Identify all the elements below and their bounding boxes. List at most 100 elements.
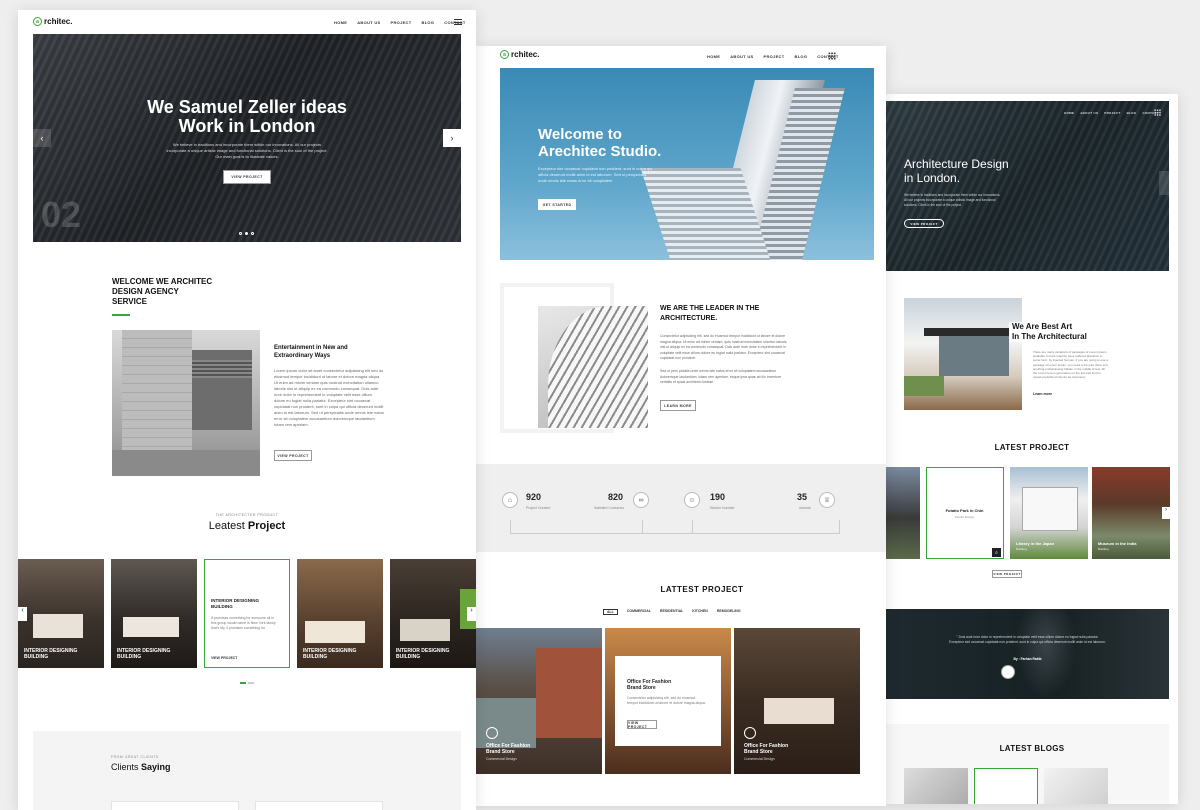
nav-blog[interactable]: BLOG: [795, 54, 808, 59]
hamburger-menu-icon[interactable]: [454, 19, 462, 25]
hero-title-line2: Work in London: [178, 116, 316, 136]
hero-banner: HOME ABOUT US PROJECT BLOG CONTACT Archi…: [886, 101, 1169, 271]
filter-residential[interactable]: RESIDENTIAL: [660, 609, 683, 615]
nav-blog[interactable]: BLOG: [1127, 111, 1137, 115]
filter-kitchen[interactable]: KITCHEN: [692, 609, 708, 615]
project-card[interactable]: [886, 467, 920, 559]
project-card-title-line2: Brand Store: [744, 749, 773, 755]
nav-about[interactable]: ABOUT US: [1080, 111, 1098, 115]
learn-more-button[interactable]: LEARN MORE: [660, 400, 696, 411]
nav-home[interactable]: HOME: [707, 54, 720, 59]
project-card-link[interactable]: VIEW PROJECT: [211, 656, 237, 660]
carousel-dot[interactable]: [248, 682, 254, 684]
blog-card-featured[interactable]: [974, 768, 1038, 804]
testimonial-card: [255, 801, 383, 810]
view-project-button[interactable]: VIEW PROJECT: [904, 219, 944, 228]
nav-project[interactable]: PROJECT: [764, 54, 785, 59]
nav-project[interactable]: PROJECT: [391, 20, 412, 25]
hero-slider: We Samuel Zeller ideas Work in London We…: [33, 34, 461, 242]
filter-all[interactable]: ALL: [603, 609, 618, 615]
stat-label: Project Created: [526, 506, 551, 510]
project-card-featured[interactable]: Futatio Park in Chin Interior Design ⌕: [926, 467, 1004, 559]
hero-title-line1: Welcome to: [538, 126, 622, 143]
project-card-sub: Interior Design: [954, 515, 975, 519]
best-art-title-line2: In The Architectural: [1012, 332, 1087, 341]
blog-card[interactable]: [904, 768, 968, 804]
welcome-title-line1: WELCOME WE ARCHITEC: [112, 277, 213, 286]
grid-menu-icon[interactable]: [1154, 109, 1161, 116]
search-icon[interactable]: ⌕: [992, 548, 1001, 557]
filter-remodeling[interactable]: REMODELING: [717, 609, 741, 615]
nav-about[interactable]: ABOUT US: [357, 20, 380, 25]
gear-icon: [486, 727, 498, 739]
project-card-featured[interactable]: INTERIOR DESIGNING BUILDING A promises s…: [204, 559, 290, 668]
logo[interactable]: a rchitec.: [33, 17, 72, 26]
project-card-view-button[interactable]: VIEW PROJECT: [627, 720, 657, 729]
welcome-subtitle-line1: Entertainment in New and: [274, 345, 348, 351]
welcome-view-project-button[interactable]: VIEW PROJECT: [274, 450, 312, 461]
best-art-title-line1: We Are Best Art: [1012, 322, 1073, 331]
project-card[interactable]: INTERIOR DESIGNING BUILDING: [390, 559, 476, 668]
project-card[interactable]: INTERIOR DESIGNING BUILDING: [111, 559, 197, 668]
get-started-button[interactable]: GET STARTED: [538, 199, 576, 210]
projects-kicker: THE ARCHITECTER PRODUCT: [215, 513, 279, 517]
chevron-left-icon[interactable]: ‹: [33, 129, 51, 147]
worker-icon: ☺: [684, 492, 700, 508]
slider-dot[interactable]: [239, 232, 242, 235]
slider-nav[interactable]: [1159, 171, 1169, 195]
projects-title-bold: Project: [247, 520, 286, 532]
learn-more-link[interactable]: Learn more: [1033, 392, 1052, 396]
hero-title-line1: We Samuel Zeller ideas: [147, 97, 347, 117]
project-card[interactable]: Office For Fashion Brand Store Commercia…: [476, 628, 602, 774]
slider-dot[interactable]: [251, 232, 254, 235]
grid-menu-icon[interactable]: [828, 52, 836, 60]
project-card[interactable]: Office For Fashion Brand Store Commercia…: [734, 628, 860, 774]
nav-home[interactable]: HOME: [1064, 111, 1074, 115]
clients-title-bold: Saying: [141, 762, 171, 772]
connector-line: [642, 520, 643, 534]
stat-label: Awards: [799, 506, 811, 510]
nav-blog[interactable]: BLOG: [422, 20, 435, 25]
project-card-featured[interactable]: Office For Fashion Brand Store Consectet…: [605, 628, 731, 774]
carousel-dot-active[interactable]: [240, 682, 246, 684]
latest-project-title: LATTEST PROJECT: [660, 585, 744, 594]
project-card[interactable]: Library in the Japan Building: [1010, 467, 1088, 559]
clients-section: FROM GREAT CLIENTS Clients Saying: [33, 731, 461, 810]
project-card-text: A promises something for everyone all in…: [211, 616, 276, 630]
stat-value: 190: [710, 492, 726, 502]
project-card[interactable]: Museum in the India Building: [1092, 467, 1170, 559]
nav-project[interactable]: PROJECT: [1104, 111, 1120, 115]
project-card-label: INTERIOR DESIGNING BUILDING: [396, 648, 450, 660]
project-card-overlay: Office For Fashion Brand Store Consectet…: [615, 656, 721, 746]
homepage-mockup-left: a rchitec. HOME ABOUT US PROJECT BLOG CO…: [18, 10, 476, 810]
view-project-button[interactable]: VIEW PROJECT: [992, 570, 1022, 578]
chevron-right-icon[interactable]: ›: [443, 129, 461, 147]
logo[interactable]: a rchitec.: [500, 50, 539, 59]
chevron-right-icon[interactable]: ›: [467, 607, 476, 621]
view-project-button[interactable]: VIEW PROJECT: [223, 170, 271, 184]
project-icon: ⌂: [502, 492, 518, 508]
connector-lines: [510, 520, 840, 534]
clients-kicker: FROM GREAT CLIENTS: [111, 755, 159, 759]
nav-about[interactable]: ABOUT US: [730, 54, 753, 59]
chevron-right-icon[interactable]: ›: [1162, 507, 1170, 519]
slider-dot-active[interactable]: [245, 232, 248, 235]
project-card[interactable]: INTERIOR DESIGNING BUILDING: [18, 559, 104, 668]
filter-commercial[interactable]: COMMERCIAL: [627, 609, 651, 615]
main-nav: HOME ABOUT US PROJECT BLOG CONTACT: [707, 54, 839, 59]
nav-home[interactable]: HOME: [334, 20, 347, 25]
project-card-label: INTERIOR DESIGNING BUILDING: [303, 648, 357, 660]
logo-mark-icon: a: [500, 50, 509, 59]
chevron-left-icon[interactable]: ‹: [18, 607, 27, 621]
project-card[interactable]: INTERIOR DESIGNING BUILDING: [297, 559, 383, 668]
testimonial-section: " Duis aute irure dolor in reprehenderit…: [886, 609, 1169, 699]
stats-band: ⌂ 920 Project Created 820 Satisfied Cost…: [476, 464, 886, 552]
connector-line: [692, 520, 693, 534]
hero-text-line3: Our main goal is to illustrate values.: [215, 154, 279, 159]
stat-value: 35: [797, 492, 808, 502]
gear-icon: [744, 727, 756, 739]
homepage-mockup-middle: a rchitec. HOME ABOUT US PROJECT BLOG CO…: [476, 46, 886, 806]
project-card-label: INTERIOR DESIGNING BUILDING: [24, 648, 78, 660]
main-nav: HOME ABOUT US PROJECT BLOG CONTACT: [1064, 111, 1159, 115]
blog-card[interactable]: [1044, 768, 1108, 804]
